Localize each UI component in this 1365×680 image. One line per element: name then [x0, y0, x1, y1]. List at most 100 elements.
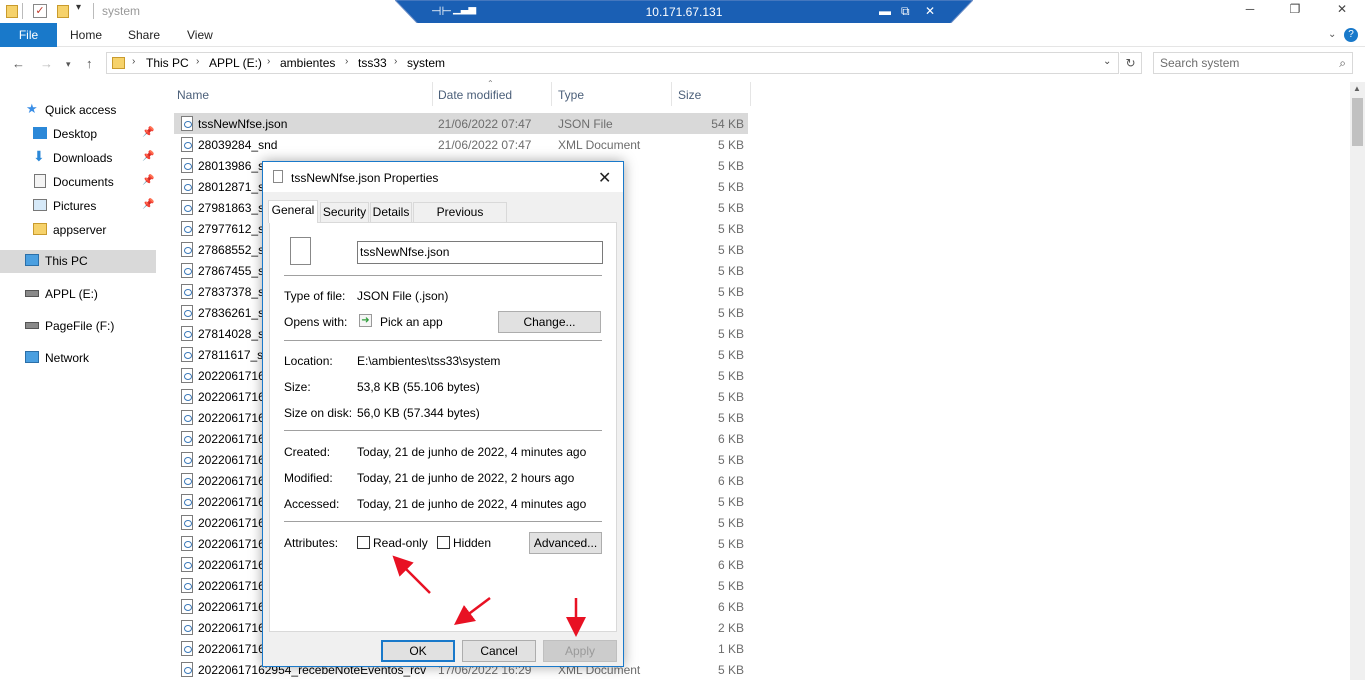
- hidden-checkbox[interactable]: [437, 536, 450, 549]
- breadcrumb-tss33[interactable]: tss33: [358, 56, 387, 70]
- apply-button[interactable]: Apply: [543, 640, 617, 662]
- breadcrumb-this-pc[interactable]: This PC: [146, 56, 189, 70]
- customize-quick-access-icon[interactable]: ▾: [76, 2, 81, 18]
- nav-desktop[interactable]: Desktop 📌: [0, 123, 156, 145]
- column-size[interactable]: Size: [678, 88, 701, 102]
- file-icon: [181, 452, 193, 467]
- separator: [22, 3, 23, 19]
- file-row[interactable]: tssNewNfse.json 21/06/2022 07:47 JSON File…: [174, 113, 748, 134]
- maximize-button[interactable]: ❐: [1285, 2, 1305, 20]
- nav-this-pc[interactable]: This PC: [0, 250, 156, 273]
- divider: [284, 430, 602, 431]
- attributes-label: Attributes:: [284, 536, 339, 550]
- help-icon[interactable]: ?: [1344, 28, 1358, 42]
- filename-field[interactable]: tssNewNfse.json: [357, 241, 603, 264]
- file-size: 5 KB: [717, 390, 744, 404]
- file-tab[interactable]: File: [0, 23, 57, 47]
- tab-view[interactable]: View: [187, 23, 213, 47]
- file-icon: [181, 641, 193, 656]
- address-dropdown-icon[interactable]: ⌄: [1103, 56, 1111, 67]
- tab-home[interactable]: Home: [70, 23, 102, 47]
- nav-documents[interactable]: Documents 📌: [0, 171, 156, 193]
- network-icon: [25, 351, 39, 363]
- close-icon[interactable]: ✕: [925, 4, 935, 18]
- file-name: 20220617164: [198, 495, 272, 509]
- pin-icon[interactable]: 📌: [142, 127, 154, 138]
- title-bar: ✓ ▾ system ⊣⊢ ▁▃▅ 10.171.67.131 ▬ ⧉ ✕ ─ …: [0, 0, 1365, 26]
- read-only-label[interactable]: Read-only: [373, 536, 428, 550]
- file-size: 5 KB: [717, 138, 744, 152]
- column-name[interactable]: Name: [177, 88, 209, 102]
- hidden-label[interactable]: Hidden: [453, 536, 491, 550]
- refresh-icon[interactable]: ↻: [1120, 52, 1142, 74]
- change-button[interactable]: Change...: [498, 311, 601, 333]
- tab-previous-versions[interactable]: Previous Versions: [413, 202, 507, 237]
- scroll-thumb[interactable]: [1352, 98, 1363, 146]
- close-button[interactable]: ✕: [1332, 2, 1352, 20]
- breadcrumb-appl[interactable]: APPL (E:): [209, 56, 262, 70]
- file-size: 5 KB: [717, 285, 744, 299]
- nav-label: APPL (E:): [45, 287, 98, 301]
- search-icon[interactable]: ⌕: [1339, 56, 1346, 71]
- forward-arrow-icon[interactable]: →: [40, 56, 53, 71]
- file-size: 5 KB: [717, 201, 744, 215]
- column-divider[interactable]: [551, 82, 552, 106]
- breadcrumb-ambientes[interactable]: ambientes: [280, 56, 335, 70]
- nav-pictures[interactable]: Pictures 📌: [0, 195, 156, 217]
- nav-downloads[interactable]: ⬇ Downloads 📌: [0, 147, 156, 169]
- search-box[interactable]: ⌕: [1153, 52, 1353, 74]
- column-type[interactable]: Type: [558, 88, 584, 102]
- address-bar[interactable]: › This PC › APPL (E:) › ambientes › tss3…: [106, 52, 1119, 74]
- back-arrow-icon[interactable]: ←: [12, 56, 25, 71]
- column-divider[interactable]: [671, 82, 672, 106]
- file-name: 20220617163: [198, 579, 272, 593]
- column-date-modified[interactable]: Date modified: [438, 88, 512, 102]
- file-row[interactable]: 28039284_snd 21/06/2022 07:47 XML Document…: [174, 134, 748, 155]
- breadcrumb-separator-icon: ›: [267, 56, 271, 67]
- type-value: JSON File (.json): [357, 289, 449, 303]
- advanced-button[interactable]: Advanced...: [529, 532, 602, 554]
- ok-button[interactable]: OK: [381, 640, 455, 662]
- tab-security[interactable]: Security: [320, 202, 369, 222]
- file-size: 5 KB: [717, 516, 744, 530]
- accessed-value: Today, 21 de junho de 2022, 4 minutes ag…: [357, 497, 587, 511]
- file-name: 20220617165: [198, 390, 272, 404]
- column-divider[interactable]: [432, 82, 433, 106]
- new-folder-icon[interactable]: [57, 5, 69, 18]
- nav-quick-access[interactable]: ★ Quick access: [0, 99, 156, 121]
- pin-icon[interactable]: 📌: [142, 151, 154, 162]
- properties-icon[interactable]: ✓: [33, 4, 47, 18]
- tab-details[interactable]: Details: [370, 202, 412, 222]
- minimize-button[interactable]: ─: [1240, 2, 1260, 20]
- file-size: 5 KB: [717, 579, 744, 593]
- file-size: 5 KB: [717, 495, 744, 509]
- file-icon: [181, 389, 193, 404]
- cancel-button[interactable]: Cancel: [462, 640, 536, 662]
- up-arrow-icon[interactable]: ↑: [86, 56, 93, 71]
- restore-icon[interactable]: ⧉: [901, 4, 910, 19]
- nav-network[interactable]: Network: [0, 347, 156, 369]
- pin-icon[interactable]: 📌: [142, 175, 154, 186]
- vertical-scrollbar[interactable]: ▲: [1350, 82, 1365, 680]
- file-icon: [181, 662, 193, 677]
- column-divider[interactable]: [750, 82, 751, 106]
- recent-locations-icon[interactable]: ▾: [66, 59, 71, 70]
- file-name: 20220617164: [198, 537, 272, 551]
- pin-icon[interactable]: 📌: [142, 199, 154, 210]
- expand-ribbon-icon[interactable]: ⌄: [1328, 23, 1336, 47]
- tab-general[interactable]: General: [268, 200, 318, 223]
- nav-drive-pagefile[interactable]: PageFile (F:): [0, 315, 156, 337]
- tab-share[interactable]: Share: [128, 23, 160, 47]
- size-label: Size:: [284, 380, 311, 394]
- minimize-icon[interactable]: ▬: [879, 4, 891, 18]
- breadcrumb-system[interactable]: system: [407, 56, 445, 70]
- file-size: 5 KB: [717, 348, 744, 362]
- file-icon: [181, 305, 193, 320]
- file-name: 20220617165: [198, 411, 272, 425]
- scroll-up-icon[interactable]: ▲: [1353, 84, 1361, 93]
- nav-drive-appl[interactable]: APPL (E:): [0, 283, 156, 305]
- close-icon[interactable]: ✕: [598, 168, 611, 188]
- read-only-checkbox[interactable]: [357, 536, 370, 549]
- nav-appserver[interactable]: appserver: [0, 219, 156, 241]
- search-input[interactable]: [1160, 54, 1330, 72]
